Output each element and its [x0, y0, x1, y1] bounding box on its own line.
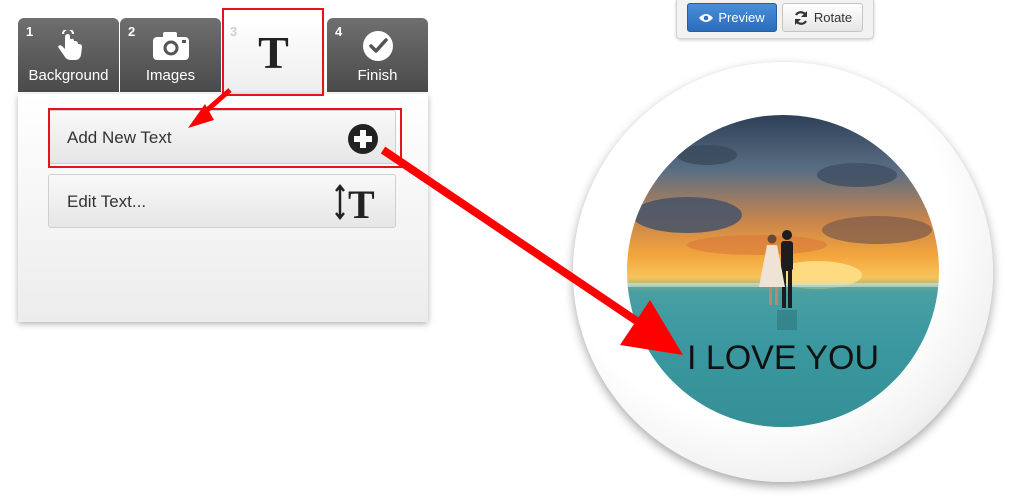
plus-circle-icon	[347, 123, 379, 160]
step-tab-background[interactable]: 1 Background	[18, 18, 119, 92]
badge-photo[interactable]: I LOVE YOU	[627, 115, 939, 427]
hand-touch-icon	[18, 28, 119, 64]
refresh-icon	[794, 10, 807, 25]
step-tabs: 1 Background 2 Images 3 T 4 Finish	[18, 18, 428, 96]
add-new-text-button[interactable]: Add New Text	[48, 110, 396, 164]
edit-text-button[interactable]: Edit Text... T	[48, 174, 396, 228]
check-circle-icon	[327, 28, 428, 64]
camera-icon	[120, 28, 221, 64]
text-tools-panel: Add New Text Edit Text... T	[18, 94, 428, 322]
step-label: Finish	[357, 67, 398, 84]
rotate-button[interactable]: Rotate	[782, 3, 863, 32]
rotate-label: Rotate	[813, 10, 853, 25]
add-new-text-label: Add New Text	[67, 128, 172, 147]
step-tab-finish[interactable]: 4 Finish	[327, 18, 428, 92]
edit-text-label: Edit Text...	[67, 192, 147, 211]
text-T-icon: T	[258, 27, 289, 78]
preview-toolbar: Preview Rotate	[676, 0, 874, 39]
badge-text[interactable]: I LOVE YOU	[627, 339, 939, 378]
eye-icon	[699, 13, 714, 22]
svg-text:T: T	[348, 183, 375, 221]
step-label: Images	[145, 67, 196, 84]
preview-label: Preview	[718, 10, 765, 25]
step-tab-images[interactable]: 2 Images	[120, 18, 221, 92]
text-height-icon: T	[335, 182, 379, 227]
step-tab-text[interactable]: 3 T	[222, 18, 325, 96]
step-label: Background	[28, 67, 109, 84]
preview-button[interactable]: Preview	[687, 3, 777, 32]
beach-couple-photo	[627, 145, 939, 427]
